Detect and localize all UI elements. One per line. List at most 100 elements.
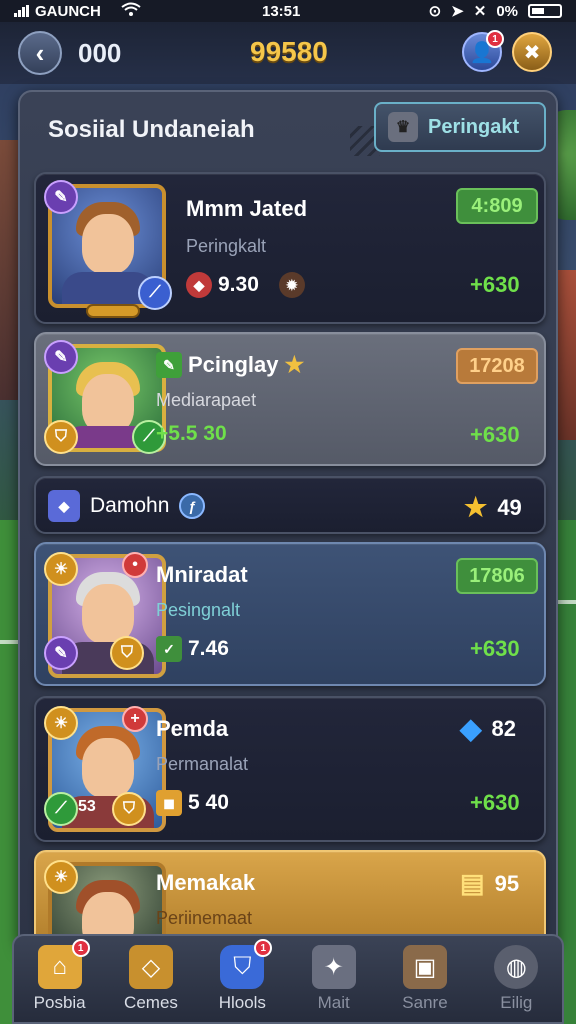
location-icon: ➤ bbox=[451, 3, 464, 20]
shield-icon: ⛉ bbox=[112, 792, 146, 826]
player-card[interactable]: ☀ + ⟋ 53 ⛉ Pemda Permanalat ◼ 5 40 ◆ 82 … bbox=[34, 696, 546, 842]
pencil-icon: ✎ bbox=[156, 352, 182, 378]
score-pill: 17208 bbox=[456, 348, 538, 384]
player-name: Pemda bbox=[156, 716, 229, 741]
sun-icon: ☀ bbox=[44, 706, 78, 740]
ranking-button[interactable]: ♛ Peringakt bbox=[374, 102, 546, 152]
box-icon: ▣ bbox=[402, 945, 447, 989]
check-icon: ✓ bbox=[156, 636, 182, 662]
player-rank: Peringkalt bbox=[186, 236, 267, 256]
top-bar: ‹ 000 99580 👤 1 ✖ bbox=[0, 22, 576, 84]
shield-icon: ⛉ 1 bbox=[220, 939, 273, 989]
crystal-icon: ◆ bbox=[460, 713, 482, 744]
rocket-icon: ✦ bbox=[311, 945, 356, 989]
player-name-row: ◆ Damohn ƒ bbox=[48, 490, 206, 522]
star-value: 49 bbox=[497, 494, 522, 520]
score-change: +630 bbox=[470, 422, 520, 447]
carrier-name: GAUNCH bbox=[35, 2, 101, 20]
player-name: Damohn bbox=[90, 494, 170, 517]
score-change: +630 bbox=[470, 272, 520, 297]
gold-score: ▤ 95 bbox=[460, 868, 519, 899]
shield-icon: ⛉ bbox=[110, 636, 144, 670]
nav-sanre[interactable]: ▣ Sanre bbox=[381, 945, 469, 1013]
coin-balance: 99580 bbox=[250, 36, 328, 67]
alert-icon: + bbox=[122, 706, 148, 732]
player-card[interactable]: ✎ ⛉ ⟋ ✎ Pcinglay ★ Mediarapaet +5.5 30 1… bbox=[34, 332, 546, 466]
gold-value: 95 bbox=[494, 870, 520, 896]
cube-icon: ◼ bbox=[156, 790, 182, 816]
player-name: Mmm Jated bbox=[186, 196, 308, 221]
nav-mait[interactable]: ✦ Mait bbox=[290, 945, 378, 1013]
player-rank: Permanalat bbox=[156, 754, 249, 774]
info-icon[interactable]: ƒ bbox=[179, 493, 206, 519]
star-icon: ★ bbox=[464, 492, 488, 522]
shield-icon: ⛉ bbox=[44, 420, 78, 454]
player-name: Memakak bbox=[156, 870, 256, 895]
stat-value: 9.30 bbox=[218, 273, 259, 296]
nav-label: Eilig bbox=[500, 993, 533, 1012]
crown-icon: ♛ bbox=[388, 112, 418, 142]
player-card[interactable]: ◆ Damohn ƒ ★ 49 bbox=[34, 476, 546, 534]
panel-title: Sosiial Undaneiah bbox=[48, 116, 255, 143]
gem-score: ◆ 82 bbox=[460, 712, 516, 745]
player-stat: ✓ 7.46 bbox=[156, 636, 229, 662]
bag-icon: ◍ bbox=[494, 945, 539, 989]
chevron-left-icon: ‹ bbox=[35, 37, 45, 68]
player-rank: Periinemaat bbox=[156, 908, 253, 928]
energy-count: 000 bbox=[78, 37, 122, 68]
player-card[interactable]: ✎ ⟋ Mmm Jated Peringkalt ◆ 9.30 ✹ 4:809 … bbox=[34, 172, 546, 324]
nav-label: Hlools bbox=[218, 993, 266, 1012]
score-change: +630 bbox=[470, 790, 520, 815]
player-name: Mniradat bbox=[156, 562, 248, 587]
bottom-navigation: ⌂ 1 Posbia ◇ Cemes ⛉ 1 Hlools ✦ Mait ▣ S… bbox=[12, 934, 564, 1024]
notification-badge: 1 bbox=[254, 939, 273, 957]
sun-icon: ☀ bbox=[44, 860, 78, 894]
notification-badge: 1 bbox=[71, 939, 90, 957]
player-card[interactable]: ☀ Memakak Periinemaat ▤ 95 bbox=[34, 850, 546, 946]
nav-cemes[interactable]: ◇ Cemes bbox=[107, 945, 195, 1013]
back-button[interactable]: ‹ bbox=[18, 31, 62, 75]
alarm-icon: ⊙ bbox=[428, 3, 442, 20]
player-stat: +5.5 30 bbox=[156, 422, 227, 446]
nav-label: Cemes bbox=[124, 993, 178, 1012]
pickaxe-icon: ✖ bbox=[523, 41, 541, 64]
rank-badge-icon: ✎ bbox=[44, 636, 78, 670]
nav-eilig[interactable]: ◍ Eilig bbox=[472, 945, 560, 1013]
star-score: ★ 49 bbox=[464, 492, 522, 523]
player-stat: ◼ 5 40 bbox=[156, 790, 229, 816]
mute-icon: ✕ bbox=[473, 3, 487, 20]
gem-icon: ◆ bbox=[48, 490, 80, 522]
score-pill: 17806 bbox=[456, 558, 538, 594]
card-icon: ◇ bbox=[128, 945, 173, 989]
leaderboard-panel: Sosiial Undaneiah ♛ Peringakt ✎ ⟋ Mmm Ja… bbox=[18, 90, 558, 950]
stat-value: +5.5 30 bbox=[156, 422, 227, 445]
wifi-icon bbox=[121, 2, 141, 20]
ranking-button-label: Peringakt bbox=[428, 115, 520, 138]
ruby-icon: ◆ bbox=[186, 272, 212, 298]
notification-badge: 1 bbox=[486, 30, 504, 48]
ember-icon: ✹ bbox=[278, 272, 305, 298]
battery-icon bbox=[528, 4, 562, 18]
player-card[interactable]: ☀ • ✎ ⛉ Mniradat Pesingnalt ✓ 7.46 17806… bbox=[34, 542, 546, 686]
profile-button[interactable]: 👤 1 bbox=[462, 30, 504, 72]
score-pill: 4:809 bbox=[456, 188, 538, 224]
star-icon: ★ bbox=[284, 352, 305, 377]
score-change: +630 bbox=[470, 636, 520, 661]
level-bar bbox=[86, 304, 140, 318]
nav-label: Sanre bbox=[402, 993, 448, 1012]
rank-badge-icon: ✎ bbox=[44, 180, 78, 214]
nav-hlools[interactable]: ⛉ 1 Hlools bbox=[198, 939, 286, 1013]
player-stat: ◆ 9.30 ✹ bbox=[186, 272, 305, 298]
badge-number: 53 bbox=[78, 798, 96, 815]
nav-label: Mait bbox=[317, 993, 350, 1012]
status-bar: GAUNCH 13:51 ⊙ ➤ ✕ 0% bbox=[0, 0, 576, 22]
gem-value: 82 bbox=[491, 715, 517, 741]
stat-value: 7.46 bbox=[188, 637, 229, 660]
shop-button[interactable]: ✖ bbox=[512, 32, 552, 72]
stat-value: 5 40 bbox=[188, 791, 229, 814]
alert-icon: • bbox=[122, 552, 148, 578]
clock: 13:51 bbox=[262, 2, 301, 20]
nav-posbia[interactable]: ⌂ 1 Posbia bbox=[16, 939, 104, 1013]
sun-icon: ☀ bbox=[44, 552, 78, 586]
gold-bars-icon: ▤ bbox=[460, 868, 485, 898]
